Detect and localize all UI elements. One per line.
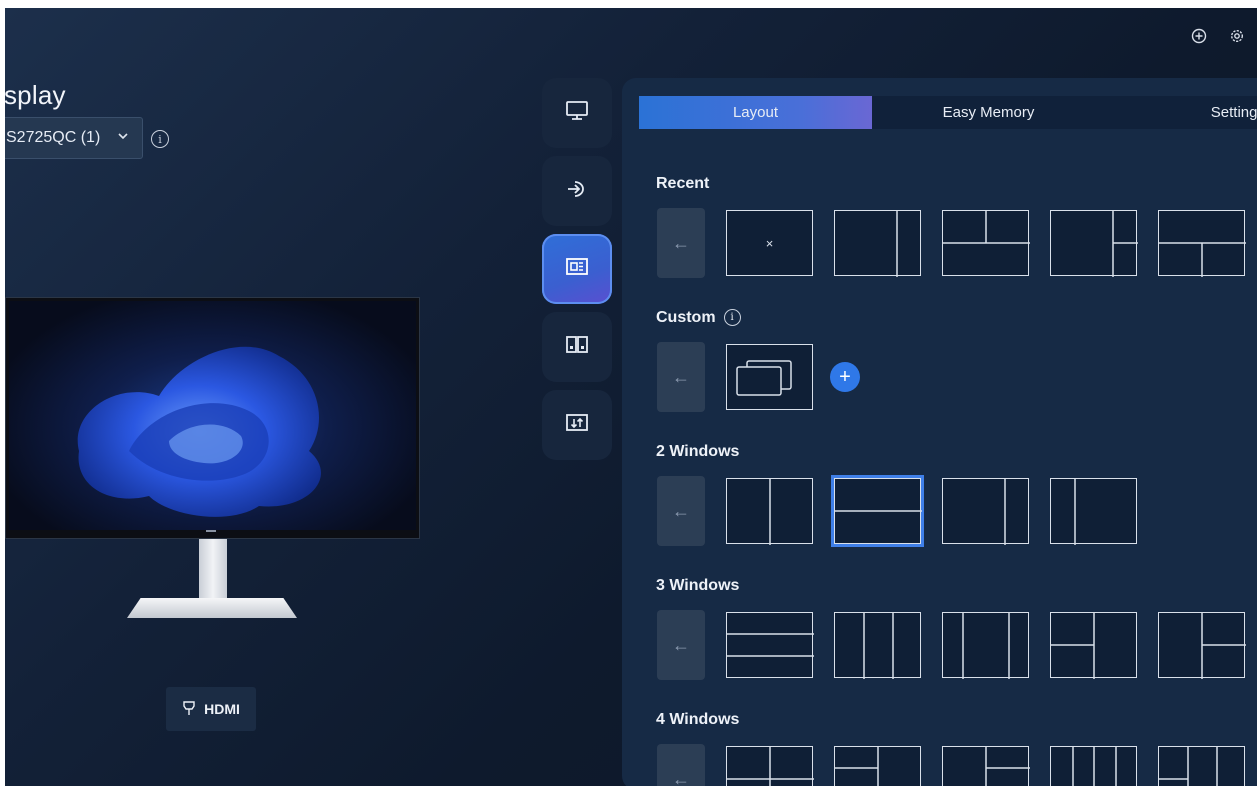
- two-windows-back-button[interactable]: ←: [657, 476, 705, 546]
- nav-input[interactable]: [542, 156, 612, 226]
- arrow-left-icon: ←: [672, 366, 690, 387]
- custom-row: ← +: [657, 342, 860, 412]
- layout-4-columns[interactable]: [1050, 746, 1137, 786]
- tab-bar: Layout Easy Memory Settings: [639, 96, 1257, 129]
- monitor-select-value: S2725QC (1): [6, 129, 101, 146]
- section-title-2-windows: 2 Windows: [656, 443, 740, 460]
- custom-back-button[interactable]: ←: [657, 342, 705, 412]
- top-icons: [1189, 26, 1247, 46]
- nav-pip[interactable]: [542, 312, 612, 382]
- gear-icon[interactable]: [1227, 26, 1247, 46]
- recent-back-button[interactable]: ←: [657, 208, 705, 278]
- section-title-recent: Recent: [656, 175, 710, 192]
- recent-layout-5[interactable]: [1158, 210, 1246, 277]
- wallpaper-image: [9, 301, 416, 530]
- arrow-left-icon: ←: [672, 500, 690, 521]
- close-icon: ×: [765, 235, 774, 251]
- three-windows-row: ←: [657, 610, 1246, 680]
- info-glyph: i: [158, 132, 162, 146]
- section-title-custom: Custom i: [656, 309, 741, 327]
- layout-2-wide-left[interactable]: [942, 478, 1029, 545]
- arrow-left-icon: ←: [672, 768, 690, 787]
- nav-menu-settings[interactable]: [542, 390, 612, 460]
- custom-label: Custom: [656, 309, 716, 326]
- four-windows-back-button[interactable]: ←: [657, 744, 705, 786]
- layout-2-split-horizontal[interactable]: [834, 478, 922, 544]
- layout-4-right-stack[interactable]: [942, 746, 1030, 786]
- info-glyph: i: [730, 312, 734, 324]
- custom-layout-1[interactable]: [726, 344, 813, 410]
- recent-layout-2[interactable]: [834, 210, 921, 277]
- layout-3-rows[interactable]: [726, 612, 814, 678]
- monitor-stand-base: [127, 598, 297, 618]
- layout-3-left-split[interactable]: [1050, 612, 1137, 679]
- input-source-label: HDMI: [204, 701, 240, 717]
- layout-icon: [565, 257, 589, 282]
- layout-4-mixed[interactable]: [1158, 746, 1245, 786]
- brand-logo: [206, 530, 216, 532]
- info-icon[interactable]: i: [723, 309, 741, 327]
- input-source-badge[interactable]: HDMI: [166, 687, 256, 731]
- chevron-down-icon: [116, 129, 130, 148]
- nav-display[interactable]: [542, 78, 612, 148]
- layout-3-columns[interactable]: [834, 612, 921, 679]
- layout-4-left-stack[interactable]: [834, 746, 921, 786]
- monitor-dropdown[interactable]: S2725QC (1): [5, 117, 143, 159]
- three-windows-back-button[interactable]: ←: [657, 610, 705, 680]
- four-windows-row: ←: [657, 744, 1245, 786]
- input-source-icon: [565, 178, 589, 205]
- app-window: isplay S2725QC (1) i: [5, 8, 1257, 786]
- page-title: isplay: [5, 80, 66, 110]
- tab-settings[interactable]: Settings: [1105, 96, 1257, 129]
- recent-layout-3[interactable]: [942, 210, 1030, 276]
- layout-3-wide-center[interactable]: [942, 612, 1029, 679]
- monitor-stand-neck: [199, 539, 227, 601]
- hdmi-plug-icon: [182, 700, 196, 719]
- monitor-icon: [565, 100, 589, 127]
- two-windows-row: ←: [657, 476, 1137, 546]
- layout-2-split-vertical[interactable]: [726, 478, 813, 545]
- pip-icon: [565, 335, 589, 360]
- layout-2-wide-right[interactable]: [1050, 478, 1137, 545]
- add-custom-layout-button[interactable]: +: [830, 362, 860, 392]
- menu-settings-icon: [565, 413, 589, 438]
- recent-layout-4[interactable]: [1050, 210, 1138, 277]
- nav-layout[interactable]: [542, 234, 612, 304]
- layout-3-right-split[interactable]: [1158, 612, 1246, 679]
- recent-layout-empty[interactable]: ×: [726, 210, 813, 276]
- layout-4-grid[interactable]: [726, 746, 814, 786]
- arrow-left-icon: ←: [672, 232, 690, 253]
- monitor-preview: [5, 297, 420, 539]
- info-icon[interactable]: i: [151, 130, 169, 148]
- section-title-3-windows: 3 Windows: [656, 577, 740, 594]
- plus-icon: +: [839, 365, 851, 388]
- recent-row: ← ×: [657, 208, 1246, 278]
- add-circle-icon[interactable]: [1189, 26, 1209, 46]
- tab-layout[interactable]: Layout: [639, 96, 872, 129]
- tab-easy-memory[interactable]: Easy Memory: [872, 96, 1105, 129]
- arrow-left-icon: ←: [672, 634, 690, 655]
- section-title-4-windows: 4 Windows: [656, 711, 740, 728]
- layout-panel: Layout Easy Memory Settings Recent ← × C…: [622, 78, 1257, 786]
